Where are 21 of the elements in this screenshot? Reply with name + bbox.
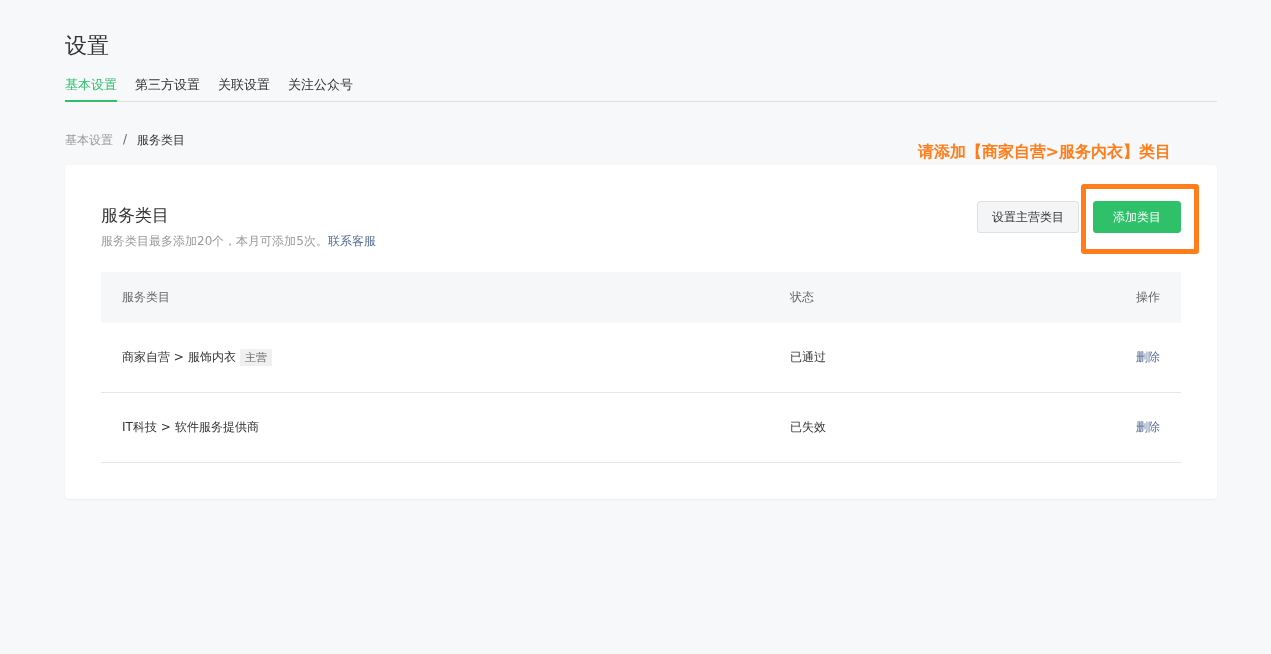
delete-link[interactable]: 删除 xyxy=(1136,350,1160,364)
table-cell: 商家自营 > 服饰内衣 xyxy=(122,349,236,366)
tab[interactable]: 第三方设置 xyxy=(135,76,200,102)
description-text: 服务类目最多添加20个，本月可添加5次。 xyxy=(101,234,328,248)
table-cell-text: 已失效 xyxy=(790,419,827,436)
column-header: 状态 xyxy=(790,289,815,306)
contact-link[interactable]: 联系客服 xyxy=(327,234,376,248)
tab[interactable]: 关联设置 xyxy=(218,76,270,102)
set-button[interactable]: 设置主营类目 xyxy=(977,201,1079,233)
tab[interactable]: 关注公众号 xyxy=(288,76,353,102)
annotation-text: 请添加【商家自营>服务内衣】类目 xyxy=(917,142,1171,163)
page-title: 设置 xyxy=(65,32,110,60)
delete-link[interactable]: 删除 xyxy=(1136,420,1160,434)
table-cell: IT科技 > 软件服务提供商 xyxy=(122,419,259,436)
breadcrumb-separator: / xyxy=(123,132,128,148)
table-cell-text: 已通过 xyxy=(790,349,827,366)
column-header: 服务类目 xyxy=(121,289,171,306)
main-tag: 主营 xyxy=(239,349,272,366)
breadcrumb-item: 服务类目 xyxy=(137,132,186,149)
card-title: 服务类目 xyxy=(101,204,170,227)
column-header: 操作 xyxy=(1135,289,1161,306)
